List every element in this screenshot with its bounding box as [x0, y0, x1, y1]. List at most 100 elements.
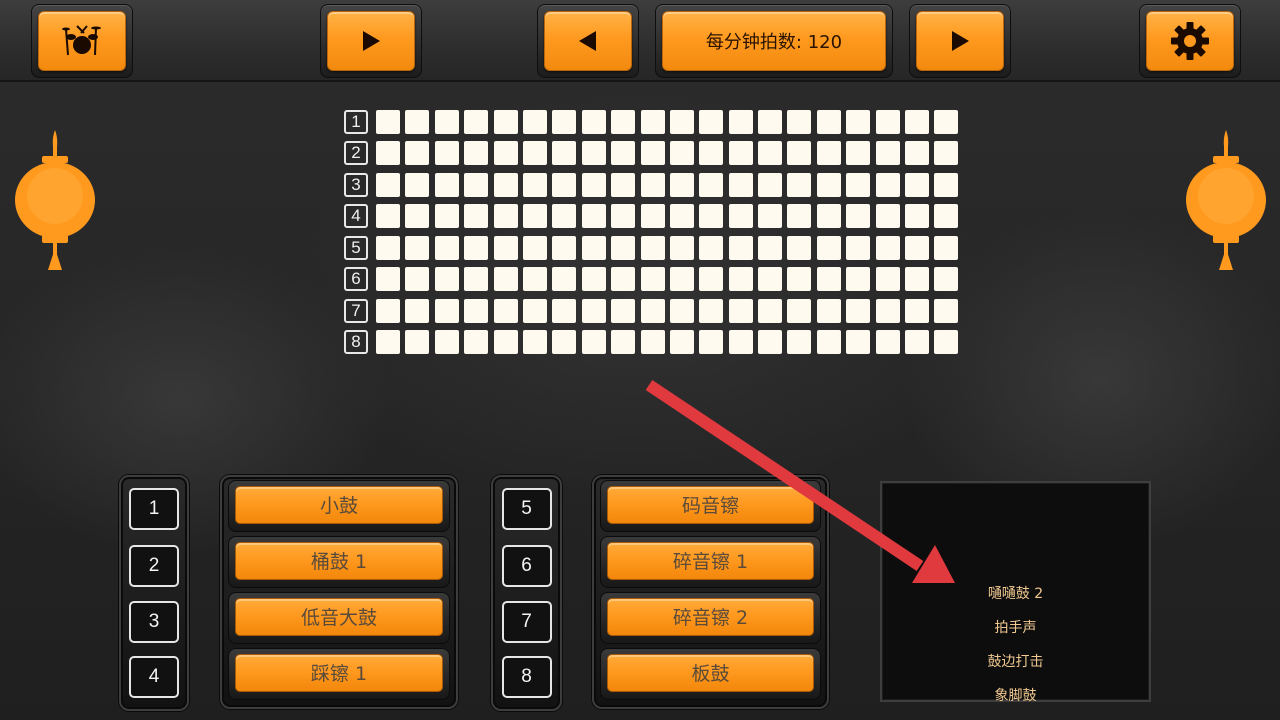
step-cell[interactable]: [699, 172, 724, 197]
play-button[interactable]: [327, 11, 415, 71]
step-cell[interactable]: [816, 141, 841, 166]
step-cell[interactable]: [552, 298, 577, 323]
step-cell[interactable]: [522, 330, 547, 355]
step-cell[interactable]: [581, 204, 606, 229]
step-cell[interactable]: [728, 330, 753, 355]
step-cell[interactable]: [846, 235, 871, 260]
step-cell[interactable]: [640, 204, 665, 229]
step-cell[interactable]: [699, 298, 724, 323]
step-cell[interactable]: [640, 267, 665, 292]
step-cell[interactable]: [816, 298, 841, 323]
step-cell[interactable]: [522, 298, 547, 323]
step-cell[interactable]: [376, 141, 400, 166]
step-cell[interactable]: [669, 298, 694, 323]
decrease-bpm-button[interactable]: [544, 11, 632, 71]
step-cell[interactable]: [493, 141, 518, 166]
step-cell[interactable]: [846, 330, 871, 355]
step-cell[interactable]: [875, 267, 900, 292]
step-cell[interactable]: [493, 298, 518, 323]
step-cell[interactable]: [728, 298, 753, 323]
step-cell[interactable]: [493, 172, 518, 197]
step-cell[interactable]: [581, 235, 606, 260]
step-cell[interactable]: [640, 172, 665, 197]
step-cell[interactable]: [405, 172, 430, 197]
step-cell[interactable]: [405, 330, 430, 355]
step-cell[interactable]: [434, 298, 459, 323]
step-cell[interactable]: [581, 267, 606, 292]
step-cell[interactable]: [699, 267, 724, 292]
step-cell[interactable]: [846, 109, 871, 134]
step-cell[interactable]: [758, 141, 783, 166]
step-cell[interactable]: [875, 204, 900, 229]
step-cell[interactable]: [816, 267, 841, 292]
step-cell[interactable]: [611, 109, 636, 134]
step-cell[interactable]: [905, 267, 930, 292]
step-cell[interactable]: [611, 267, 636, 292]
dropdown-item[interactable]: 拍手声: [882, 617, 1149, 637]
instrument-dropdown-list[interactable]: 嗵嗵鼓 2 拍手声 鼓边打击 象脚鼓: [880, 481, 1151, 705]
step-cell[interactable]: [875, 172, 900, 197]
step-cell[interactable]: [758, 204, 783, 229]
step-cell[interactable]: [464, 235, 489, 260]
instrument-button-1[interactable]: 小鼓: [235, 486, 443, 524]
step-cell[interactable]: [611, 141, 636, 166]
step-cell[interactable]: [405, 298, 430, 323]
dropdown-item[interactable]: 嗵嗵鼓 2: [882, 583, 1149, 603]
track-number-1[interactable]: 1: [129, 488, 179, 530]
instrument-button-7[interactable]: 碎音镲 2: [607, 598, 814, 636]
step-cell[interactable]: [493, 267, 518, 292]
step-cell[interactable]: [699, 235, 724, 260]
track-number-5[interactable]: 5: [501, 488, 552, 530]
step-cell[interactable]: [376, 235, 400, 260]
step-cell[interactable]: [493, 204, 518, 229]
step-cell[interactable]: [552, 109, 577, 134]
step-cell[interactable]: [816, 330, 841, 355]
instrument-button-4[interactable]: 踩镲 1: [235, 654, 443, 692]
step-cell[interactable]: [552, 172, 577, 197]
instrument-button-3[interactable]: 低音大鼓: [235, 598, 443, 636]
step-cell[interactable]: [787, 204, 812, 229]
step-cell[interactable]: [405, 235, 430, 260]
step-cell[interactable]: [581, 172, 606, 197]
step-cell[interactable]: [728, 267, 753, 292]
step-cell[interactable]: [905, 235, 930, 260]
instrument-button-6[interactable]: 碎音镲 1: [607, 542, 814, 580]
track-number-4[interactable]: 4: [129, 656, 179, 698]
step-cell[interactable]: [552, 204, 577, 229]
step-cell[interactable]: [846, 298, 871, 323]
step-cell[interactable]: [405, 109, 430, 134]
step-cell[interactable]: [376, 204, 400, 229]
dropdown-item[interactable]: 象脚鼓: [882, 685, 1149, 705]
step-cell[interactable]: [405, 204, 430, 229]
step-cell[interactable]: [728, 109, 753, 134]
step-cell[interactable]: [669, 141, 694, 166]
step-cell[interactable]: [875, 141, 900, 166]
step-cell[interactable]: [376, 330, 400, 355]
step-cell[interactable]: [669, 204, 694, 229]
step-cell[interactable]: [611, 235, 636, 260]
step-cell[interactable]: [434, 204, 459, 229]
step-cell[interactable]: [934, 204, 959, 229]
track-number-8[interactable]: 8: [501, 656, 552, 698]
step-cell[interactable]: [434, 172, 459, 197]
step-cell[interactable]: [376, 298, 400, 323]
step-cell[interactable]: [522, 235, 547, 260]
step-cell[interactable]: [552, 141, 577, 166]
step-cell[interactable]: [669, 235, 694, 260]
step-cell[interactable]: [758, 109, 783, 134]
step-cell[interactable]: [816, 204, 841, 229]
step-cell[interactable]: [640, 235, 665, 260]
step-cell[interactable]: [640, 298, 665, 323]
step-cell[interactable]: [846, 204, 871, 229]
step-cell[interactable]: [581, 109, 606, 134]
step-cell[interactable]: [669, 172, 694, 197]
step-cell[interactable]: [905, 204, 930, 229]
step-cell[interactable]: [464, 109, 489, 134]
step-cell[interactable]: [787, 298, 812, 323]
step-cell[interactable]: [493, 235, 518, 260]
step-cell[interactable]: [934, 330, 959, 355]
step-cell[interactable]: [464, 172, 489, 197]
step-cell[interactable]: [934, 267, 959, 292]
step-cell[interactable]: [581, 298, 606, 323]
instrument-button-5[interactable]: 码音镲: [607, 486, 814, 524]
